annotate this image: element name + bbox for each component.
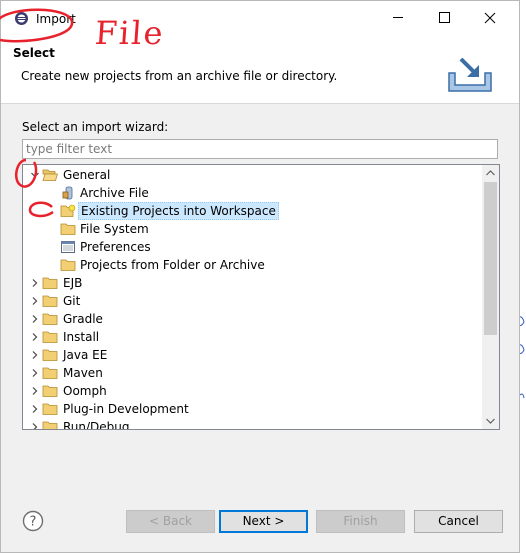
chevron-right-icon[interactable] — [30, 328, 40, 346]
page-description: Create new projects from an archive file… — [21, 69, 338, 83]
tree-item-label: Preferences — [80, 240, 151, 254]
import-dialog: Import Select Create new projects from a… — [0, 0, 520, 553]
svg-text:?: ? — [30, 515, 37, 530]
tree-item-label: Java EE — [63, 348, 108, 362]
minimize-button[interactable] — [375, 1, 421, 33]
maximize-button[interactable] — [421, 1, 467, 33]
scroll-down-icon[interactable] — [482, 412, 499, 429]
archive-file-icon — [62, 186, 73, 200]
tree-item-label: File System — [80, 222, 149, 236]
button-bar: ? < Back Next > Finish Cancel — [1, 500, 519, 542]
tree-item-install[interactable]: Install — [23, 328, 483, 346]
tree-item-label: Projects from Folder or Archive — [80, 258, 265, 272]
tree-item-label: Gradle — [63, 312, 103, 326]
next-button[interactable]: Next > — [219, 510, 308, 533]
tree-item-oomph[interactable]: Oomph — [23, 382, 483, 400]
wizard-tree: General Archive File Existing Projects i… — [22, 164, 500, 430]
tree-item-label: Git — [63, 294, 81, 308]
tree-item-ejb[interactable]: EJB — [23, 274, 483, 292]
tree-item-label: EJB — [63, 276, 83, 290]
folder-icon — [60, 259, 76, 271]
close-icon — [484, 12, 496, 24]
tree-item-label: Oomph — [63, 384, 107, 398]
tree-item-label: Archive File — [80, 186, 149, 200]
chevron-down-icon[interactable] — [30, 166, 40, 184]
folder-icon — [42, 295, 58, 307]
tree-item-java-ee[interactable]: Java EE — [23, 346, 483, 364]
folder-icon — [42, 421, 58, 429]
chevron-right-icon[interactable] — [30, 292, 40, 310]
cancel-button[interactable]: Cancel — [414, 510, 503, 533]
preferences-icon — [61, 241, 75, 253]
scroll-up-icon[interactable] — [482, 165, 499, 182]
tree-item-projects-from-folder[interactable]: Projects from Folder or Archive — [23, 256, 483, 274]
tree-item-file-system[interactable]: File System — [23, 220, 483, 238]
chevron-right-icon[interactable] — [30, 310, 40, 328]
folder-icon — [42, 367, 58, 379]
title-bar: Import — [1, 1, 519, 33]
tree-item-label: Maven — [63, 366, 103, 380]
tree-item-run-debug[interactable]: Run/Debug — [23, 418, 483, 430]
tree-item-label: Existing Projects into Workspace — [78, 202, 279, 220]
chevron-right-icon[interactable] — [30, 382, 40, 400]
tree-item-label: Run/Debug — [63, 420, 130, 430]
chevron-right-icon[interactable] — [30, 274, 40, 292]
tree-item-git[interactable]: Git — [23, 292, 483, 310]
window-title: Import — [36, 12, 76, 26]
chevron-right-icon[interactable] — [30, 418, 40, 430]
tree-item-preferences[interactable]: Preferences — [23, 238, 483, 256]
tree-scrollbar[interactable] — [482, 165, 499, 429]
maximize-icon — [439, 12, 450, 23]
tree-item-label: Install — [63, 330, 100, 344]
folder-icon — [42, 331, 58, 343]
minimize-icon — [393, 17, 403, 18]
wizard-label: Select an import wizard: — [22, 120, 169, 134]
existing-project-icon — [60, 204, 76, 217]
folder-icon — [60, 223, 76, 235]
folder-open-icon — [42, 169, 58, 181]
import-wizard-banner-icon — [448, 57, 492, 92]
folder-icon — [42, 403, 58, 415]
tree-item-plugin-development[interactable]: Plug-in Development — [23, 400, 483, 418]
folder-icon — [42, 277, 58, 289]
chevron-right-icon[interactable] — [30, 400, 40, 418]
scrollbar-thumb[interactable] — [484, 182, 497, 335]
close-button[interactable] — [467, 1, 513, 33]
wizard-header: Select Create new projects from an archi… — [1, 33, 519, 104]
folder-icon — [42, 313, 58, 325]
tree-item-label: Plug-in Development — [63, 402, 189, 416]
folder-icon — [42, 385, 58, 397]
finish-button[interactable]: Finish — [316, 510, 405, 533]
help-icon[interactable]: ? — [22, 510, 44, 532]
chevron-right-icon[interactable] — [30, 364, 40, 382]
back-button[interactable]: < Back — [126, 510, 215, 533]
filter-input[interactable] — [22, 139, 498, 159]
folder-icon — [42, 349, 58, 361]
tree-item-gradle[interactable]: Gradle — [23, 310, 483, 328]
tree-item-general[interactable]: General — [23, 166, 483, 184]
tree-item-archive-file[interactable]: Archive File — [23, 184, 483, 202]
tree-item-maven[interactable]: Maven — [23, 364, 483, 382]
eclipse-app-icon — [15, 12, 28, 25]
tree-item-label: General — [63, 168, 111, 182]
page-title: Select — [13, 46, 55, 60]
chevron-right-icon[interactable] — [30, 346, 40, 364]
tree-item-existing-projects[interactable]: Existing Projects into Workspace — [23, 202, 483, 220]
